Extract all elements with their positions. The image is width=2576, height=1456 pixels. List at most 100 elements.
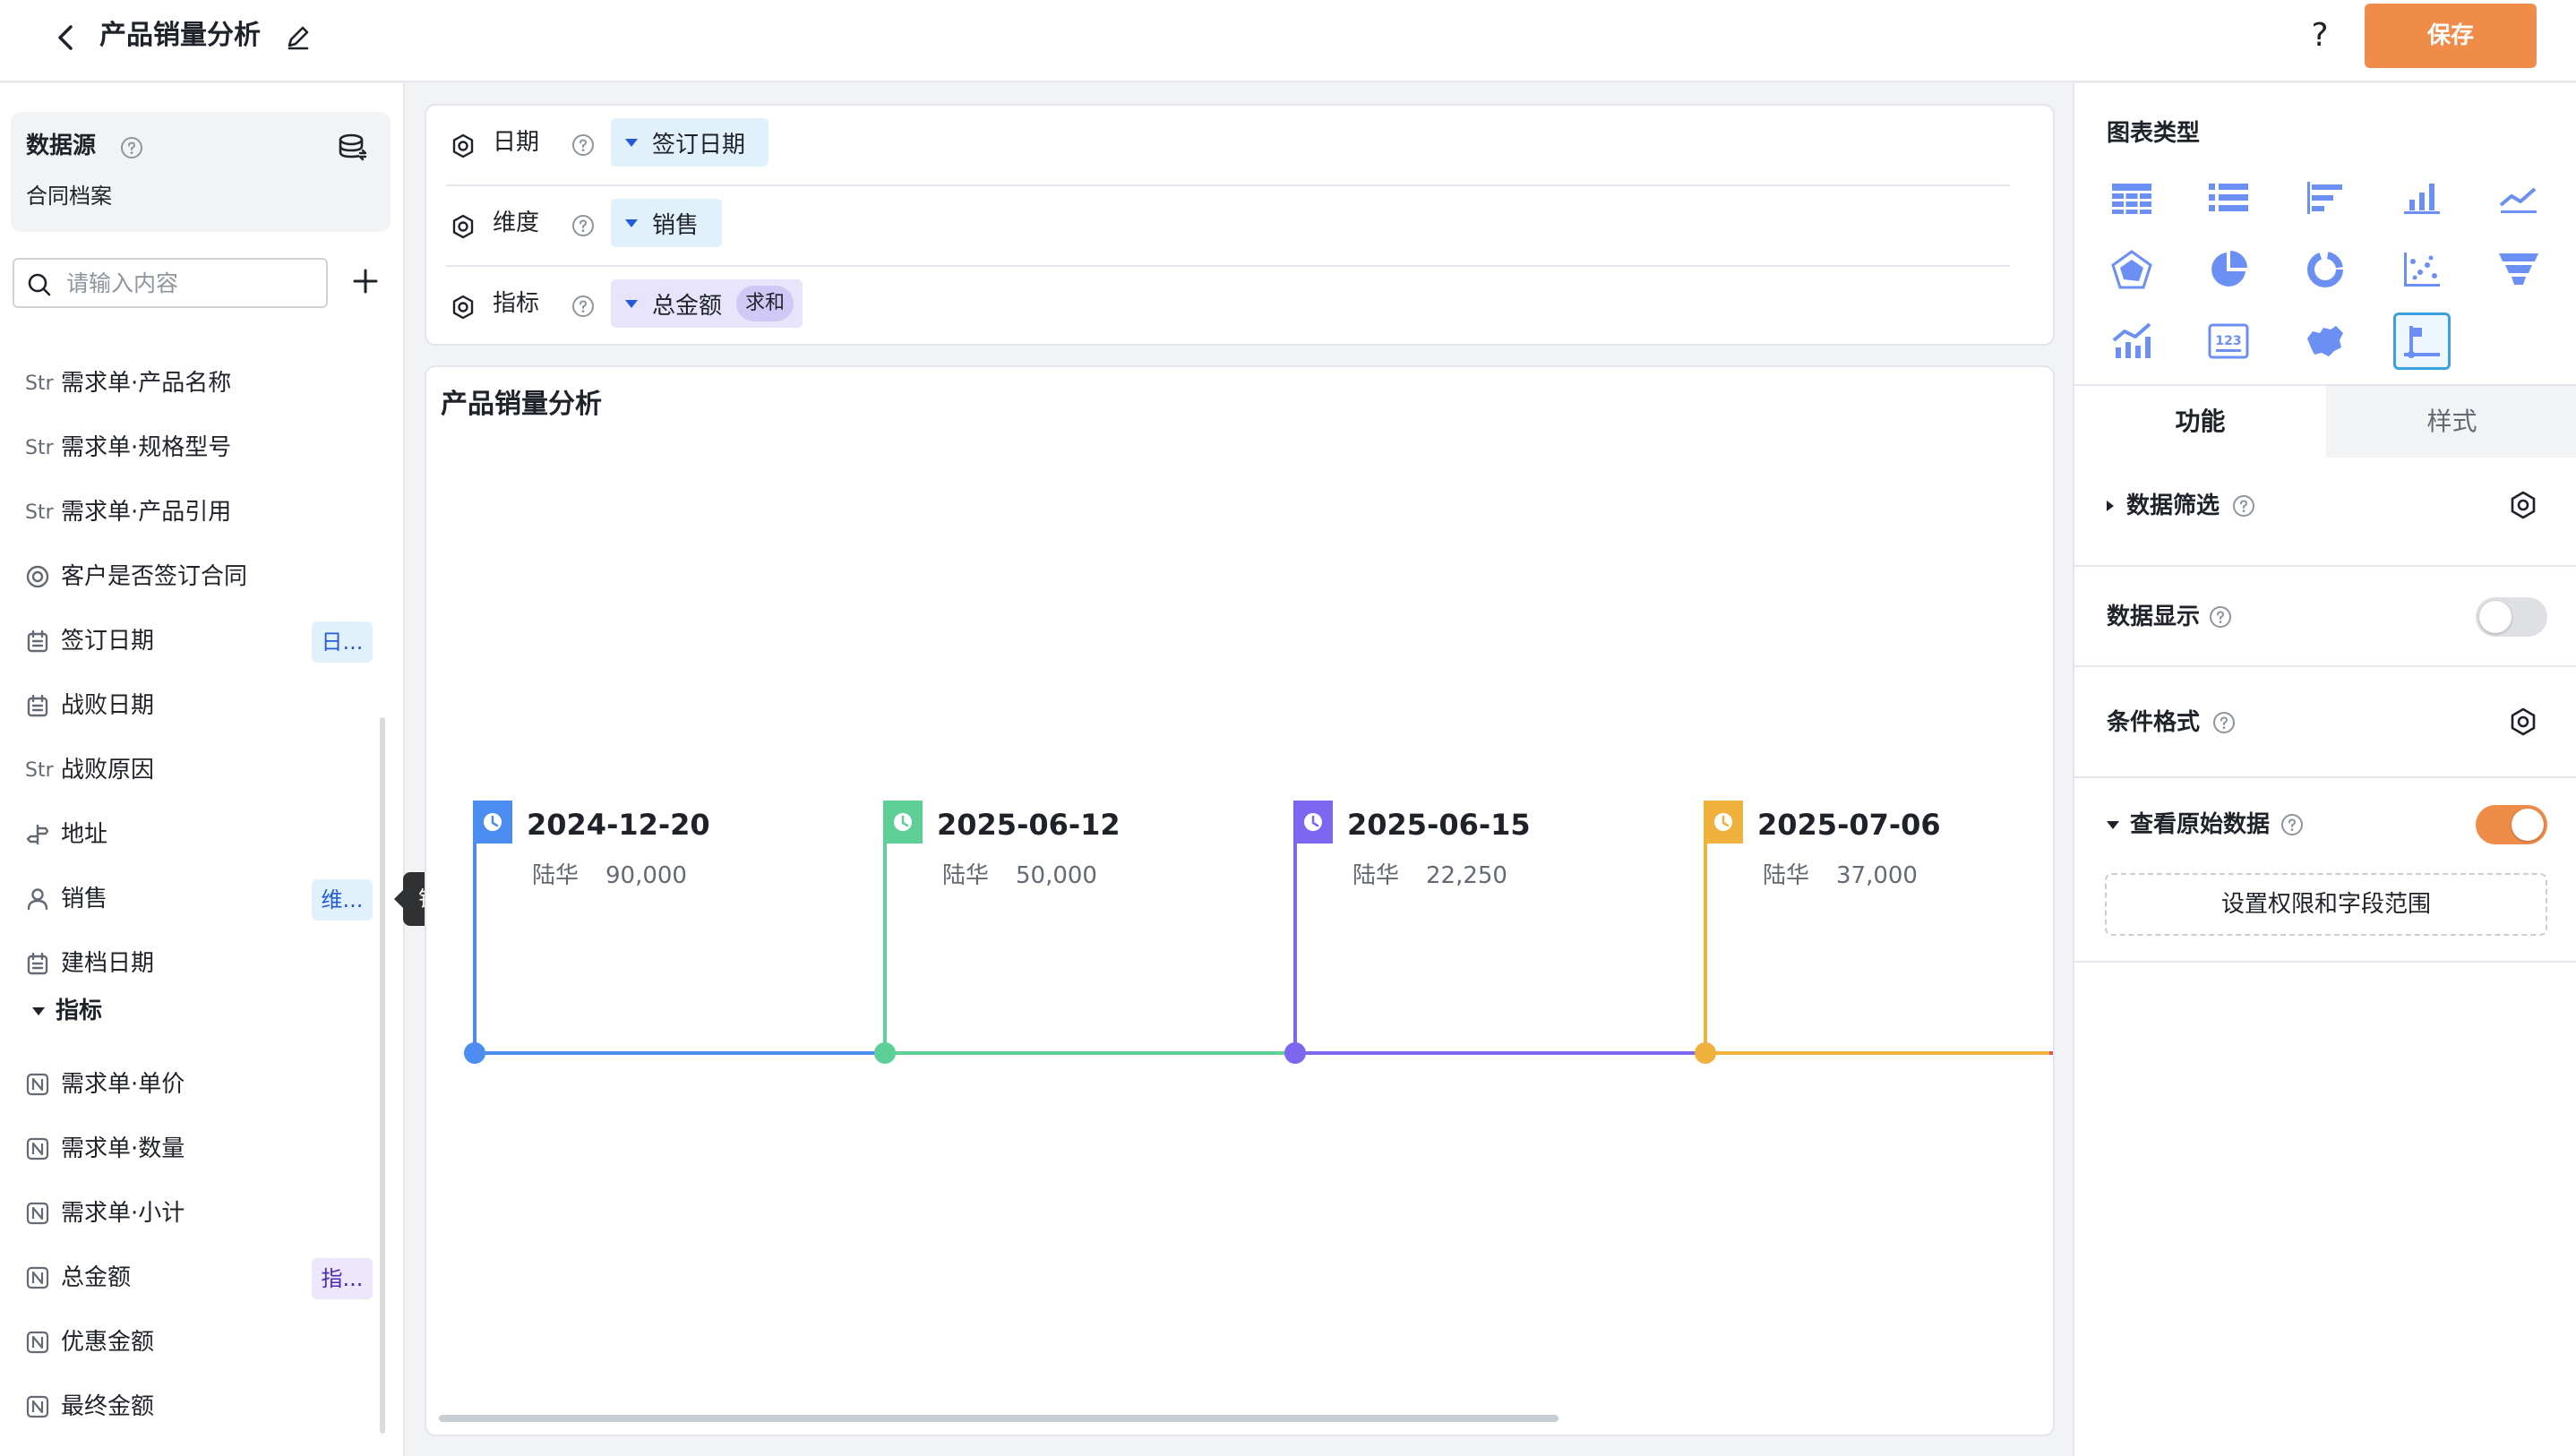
toggle-knob <box>2479 601 2512 633</box>
metric-field-pill[interactable]: 总金额 求和 <box>611 279 803 328</box>
metrics-group-header[interactable]: 指标 <box>32 995 102 1027</box>
settings-icon[interactable] <box>2508 490 2538 520</box>
field-item-unit-price[interactable]: 需求单·单价 <box>25 1066 185 1102</box>
timeline-chart-icon[interactable] <box>2393 313 2451 370</box>
data-display-section: 数据显示 <box>2074 567 2576 667</box>
help-circle-icon[interactable] <box>2280 813 2304 836</box>
settings-icon[interactable] <box>450 133 477 159</box>
field-item-product-name[interactable]: Str 需求单·产品名称 <box>25 365 231 401</box>
chart-horizontal-scrollbar[interactable] <box>439 1415 1558 1422</box>
field-item-product-ref[interactable]: Str 需求单·产品引用 <box>25 494 231 530</box>
field-label: 战败日期 <box>61 692 155 719</box>
caret-right-icon <box>2107 501 2114 511</box>
settings-icon[interactable] <box>450 213 477 240</box>
location-icon <box>25 822 61 847</box>
caret-down-icon <box>625 218 638 227</box>
aggregation-badge[interactable]: 求和 <box>736 286 794 321</box>
section-label: 数据显示 <box>2107 604 2201 630</box>
top-bar: 产品销量分析 ? 保存 <box>0 0 2576 82</box>
line-chart-icon[interactable] <box>2490 169 2547 227</box>
settings-icon[interactable] <box>2508 707 2538 737</box>
field-item-lost-date[interactable]: 战败日期 <box>25 688 154 724</box>
help-button[interactable]: ? <box>2302 16 2338 56</box>
field-search-box[interactable] <box>13 258 328 308</box>
pie-chart-icon[interactable] <box>2200 241 2257 298</box>
toggle-knob <box>2512 809 2544 841</box>
help-circle-icon[interactable] <box>571 133 595 157</box>
data-display-toggle[interactable] <box>2476 597 2547 637</box>
timeline-node[interactable] <box>1695 1042 1716 1064</box>
field-item-lost-reason[interactable]: Str 战败原因 <box>25 752 154 788</box>
help-circle-icon[interactable] <box>571 295 595 318</box>
combo-chart-icon[interactable] <box>2103 313 2160 370</box>
number-type-icon <box>25 1072 61 1097</box>
field-label: 需求单·产品名称 <box>61 370 232 397</box>
config-row-metric: 指标 总金额 求和 <box>446 267 2010 347</box>
timeline-date-label: 2025-06-15 <box>1347 808 1531 842</box>
field-label: 签订日期 <box>61 628 155 655</box>
help-circle-icon[interactable] <box>2209 605 2232 629</box>
field-item-sales[interactable]: 销售 <box>25 881 107 917</box>
column-chart-icon[interactable] <box>2393 169 2451 227</box>
field-usage-tag-metric[interactable]: 指... <box>312 1258 373 1299</box>
field-list-scrollbar[interactable] <box>380 717 385 1434</box>
search-input[interactable] <box>66 267 317 299</box>
edit-pencil-icon[interactable] <box>283 21 313 52</box>
timeline-node[interactable] <box>874 1042 896 1064</box>
add-field-plus-icon[interactable] <box>349 265 382 297</box>
help-circle-icon[interactable] <box>2212 711 2236 734</box>
funnel-chart-icon[interactable] <box>2490 241 2547 298</box>
timeline-name-label: 陆华 <box>942 862 989 889</box>
map-chart-icon[interactable] <box>2297 313 2354 370</box>
set-permission-button[interactable]: 设置权限和字段范围 <box>2105 873 2547 936</box>
timeline-node[interactable] <box>1284 1042 1306 1064</box>
field-usage-tag-date[interactable]: 日... <box>312 621 373 663</box>
tab-function[interactable]: 功能 <box>2074 386 2326 458</box>
timeline-name-label: 陆华 <box>1352 862 1399 889</box>
table-chart-icon[interactable] <box>2103 169 2160 227</box>
radar-chart-icon[interactable] <box>2103 241 2160 298</box>
timeline-name-label: 陆华 <box>1763 862 1809 889</box>
field-item-quantity[interactable]: 需求单·数量 <box>25 1131 185 1167</box>
datasource-card[interactable]: 数据源 合同档案 <box>11 112 391 232</box>
settings-icon[interactable] <box>450 294 477 321</box>
field-item-address[interactable]: 地址 <box>25 817 107 852</box>
number-type-icon <box>25 1394 61 1419</box>
scatter-chart-icon[interactable] <box>2393 241 2451 298</box>
list-chart-icon[interactable] <box>2200 169 2257 227</box>
dimension-field-pill[interactable]: 销售 <box>611 199 723 247</box>
field-item-create-date[interactable]: 建档日期 <box>25 946 154 981</box>
database-switch-icon[interactable] <box>337 132 369 162</box>
field-item-total-amount[interactable]: 总金额 <box>25 1260 131 1296</box>
field-label: 总金额 <box>61 1264 132 1291</box>
view-raw-data-toggle[interactable] <box>2476 805 2547 844</box>
field-item-spec-model[interactable]: Str 需求单·规格型号 <box>25 430 231 466</box>
field-item-subtotal[interactable]: 需求单·小计 <box>25 1195 185 1231</box>
field-label: 建档日期 <box>61 950 155 977</box>
calendar-icon <box>25 693 61 718</box>
bar-horizontal-icon[interactable] <box>2297 169 2354 227</box>
field-item-final-amount[interactable]: 最终金额 <box>25 1389 154 1425</box>
help-circle-icon[interactable] <box>571 214 595 237</box>
help-circle-icon[interactable] <box>2232 494 2255 518</box>
field-item-sign-date[interactable]: 签订日期 <box>25 623 154 659</box>
save-button[interactable]: 保存 <box>2365 4 2537 68</box>
help-circle-icon[interactable] <box>120 136 143 159</box>
back-arrow-icon[interactable] <box>48 20 84 56</box>
donut-chart-icon[interactable] <box>2297 241 2354 298</box>
timeline-date-label: 2024-12-20 <box>527 808 710 842</box>
field-item-contract-signed[interactable]: 客户是否签订合同 <box>25 559 247 595</box>
tab-style[interactable]: 样式 <box>2326 386 2576 458</box>
number-card-icon[interactable]: 123 <box>2200 313 2257 370</box>
config-label: 指标 <box>493 290 540 317</box>
timeline-node[interactable] <box>464 1042 485 1064</box>
date-field-pill[interactable]: 签订日期 <box>611 118 769 167</box>
chart-settings-panel: 图表类型 123 功能 样式 数据筛选 数据显示 条件格式 查看原始数据 设置权… <box>2073 83 2576 1456</box>
data-filter-header[interactable]: 数据筛选 <box>2107 490 2255 522</box>
field-usage-tag-dimension[interactable]: 维... <box>312 879 373 921</box>
field-item-discount[interactable]: 优惠金额 <box>25 1324 154 1360</box>
number-type-icon <box>25 1330 61 1355</box>
view-raw-data-header[interactable]: 查看原始数据 <box>2107 809 2304 841</box>
field-label: 需求单·数量 <box>61 1135 185 1162</box>
config-row-dimension: 维度 销售 <box>446 186 2010 267</box>
